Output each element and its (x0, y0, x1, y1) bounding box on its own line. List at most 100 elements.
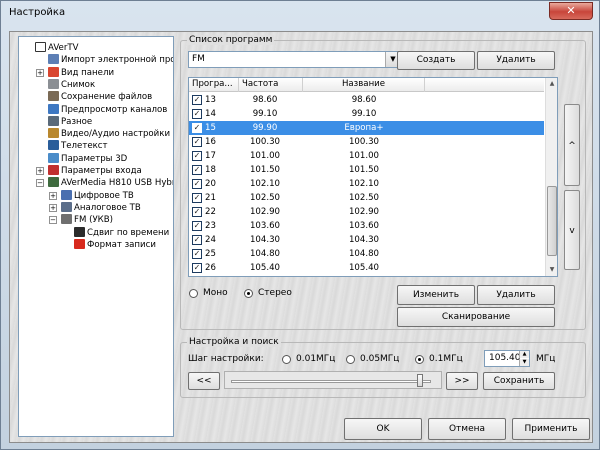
close-button[interactable]: ✕ (549, 2, 593, 20)
row-checkbox[interactable]: ✓ (192, 249, 202, 259)
row-checkbox[interactable]: ✓ (192, 151, 202, 161)
move-down-button[interactable]: v (564, 190, 580, 270)
table-row[interactable]: ✓ 15 99.90 Европа+ (189, 121, 544, 135)
program-number: 21 (205, 193, 216, 203)
scroll-down-icon[interactable]: ▼ (546, 264, 557, 276)
row-checkbox[interactable]: ✓ (192, 193, 202, 203)
tree-item-label: AVerTV (48, 43, 79, 53)
tree-item[interactable]: Видео/Аудио настройки (48, 128, 170, 140)
table-row[interactable]: ✓ 21 102.50 102.50 (189, 191, 544, 205)
expander-icon[interactable]: + (49, 203, 57, 212)
tree-item-label: Импорт электронной прогр (61, 55, 174, 66)
delete-program-button[interactable]: Удалить (477, 285, 555, 305)
expander-icon[interactable]: + (36, 167, 44, 175)
row-checkbox[interactable]: ✓ (192, 207, 202, 217)
col-name[interactable]: Название (303, 78, 425, 92)
table-row[interactable]: ✓ 26 105.40 105.40 (189, 261, 544, 275)
slider-thumb[interactable] (417, 374, 423, 387)
tree-item[interactable]: + Вид панели (36, 66, 115, 79)
ok-button[interactable]: OK (344, 418, 422, 440)
save-frequency-button[interactable]: Сохранить (483, 372, 555, 390)
table-row[interactable]: ✓ 24 104.30 104.30 (189, 233, 544, 247)
table-row[interactable]: ✓ 20 102.10 102.10 (189, 177, 544, 191)
table-row[interactable]: ✓ 14 99.10 99.10 (189, 107, 544, 121)
tree-item[interactable]: Параметры 3D (48, 152, 127, 165)
delete-list-button[interactable]: Удалить (477, 51, 555, 70)
col-program[interactable]: Програ... (189, 78, 239, 92)
step-005-radio[interactable] (346, 355, 355, 364)
move-up-button[interactable]: ^ (564, 104, 580, 186)
band-select[interactable]: FM ▼ (188, 51, 401, 68)
step-01-radio[interactable] (415, 355, 424, 364)
frequency-slider[interactable] (224, 371, 442, 389)
tree-item[interactable]: Снимок (48, 78, 95, 91)
tree-item[interactable]: − FM (УКВ) (49, 214, 114, 226)
stereo-label: Стерео (258, 288, 292, 298)
row-checkbox[interactable]: ✓ (192, 165, 202, 175)
expander-icon[interactable]: + (49, 191, 57, 200)
table-row[interactable]: ✓ 17 101.00 101.00 (189, 149, 544, 163)
edit-button[interactable]: Изменить (397, 285, 475, 305)
row-checkbox[interactable]: ✓ (192, 235, 202, 245)
expander-icon[interactable]: − (49, 216, 57, 225)
expander-icon[interactable]: + (36, 68, 44, 77)
frequency-unit: МГц (536, 354, 556, 364)
row-checkbox[interactable]: ✓ (192, 109, 202, 119)
step-label: Шаг настройки: (188, 354, 264, 364)
tree-item[interactable]: Предпросмотр каналов (48, 103, 167, 116)
tree-item[interactable]: + Цифровое ТВ (49, 189, 134, 202)
tree-item[interactable]: Разное (48, 115, 92, 128)
row-checkbox[interactable]: ✓ (192, 179, 202, 189)
row-checkbox[interactable]: ✓ (192, 95, 202, 105)
tree-item[interactable]: AVerTV (35, 42, 79, 54)
tree-item[interactable]: + Аналоговое ТВ (49, 201, 141, 214)
scroll-up-icon[interactable]: ▲ (546, 78, 557, 90)
mono-radio[interactable] (189, 289, 198, 298)
frequency-stepper[interactable]: 105.40 ▲ ▼ (484, 350, 530, 367)
program-list: Програ... Частота Название ✓ 13 98.60 98.60… (188, 77, 558, 277)
spin-down-icon[interactable]: ▼ (519, 359, 529, 366)
table-row[interactable]: ✓ 13 98.60 98.60 (189, 93, 544, 107)
spin-up-icon[interactable]: ▲ (519, 351, 529, 358)
seek-forward-button[interactable]: >> (446, 372, 478, 390)
expander-icon[interactable]: − (36, 179, 44, 188)
row-checkbox[interactable]: ✓ (192, 221, 202, 231)
tree-item[interactable]: − AVerMedia H810 USB Hybri (36, 177, 173, 189)
tree-item[interactable]: Сдвиг по времени (74, 226, 169, 239)
tree-item-label: FM (УКВ) (74, 215, 114, 226)
row-checkbox[interactable]: ✓ (192, 137, 202, 147)
program-frequency: 102.50 (249, 193, 281, 203)
create-button[interactable]: Создать (397, 51, 475, 70)
scan-button[interactable]: Сканирование (397, 307, 555, 327)
tree-item-label: Вид панели (61, 67, 115, 78)
tree-item[interactable]: Формат записи (74, 238, 156, 251)
band-value: FM (192, 54, 205, 64)
list-scrollbar[interactable]: ▲ ▼ (545, 78, 557, 276)
program-name: 100.30 (348, 137, 380, 147)
tree-item[interactable]: Сохранение файлов (48, 91, 152, 103)
program-name: Европа+ (344, 123, 384, 133)
table-row[interactable]: ✓ 22 102.90 102.90 (189, 205, 544, 219)
program-number: 14 (205, 109, 216, 119)
table-row[interactable]: ✓ 18 101.50 101.50 (189, 163, 544, 177)
tree-item[interactable]: + Параметры входа (36, 165, 142, 177)
table-row[interactable]: ✓ 16 100.30 100.30 (189, 135, 544, 149)
seek-back-button[interactable]: << (188, 372, 220, 390)
table-row[interactable]: ✓ 23 103.60 103.60 (189, 219, 544, 233)
row-checkbox[interactable]: ✓ (192, 263, 202, 273)
device-icon (48, 177, 59, 188)
scroll-thumb[interactable] (547, 186, 557, 256)
program-frequency: 102.90 (249, 207, 281, 217)
apply-button[interactable]: Применить (512, 418, 590, 440)
table-row[interactable]: ✓ 25 104.80 104.80 (189, 247, 544, 261)
col-frequency[interactable]: Частота (239, 78, 303, 92)
tree-item[interactable]: Телетекст (48, 140, 108, 152)
panel-icon (48, 66, 59, 77)
cancel-button[interactable]: Отмена (428, 418, 506, 440)
program-frequency: 103.60 (249, 221, 281, 231)
tree-item[interactable]: Импорт электронной прогр (48, 54, 174, 66)
stereo-radio[interactable] (244, 289, 253, 298)
row-checkbox[interactable]: ✓ (192, 123, 202, 133)
program-name: 102.90 (348, 207, 380, 217)
step-001-radio[interactable] (282, 355, 291, 364)
